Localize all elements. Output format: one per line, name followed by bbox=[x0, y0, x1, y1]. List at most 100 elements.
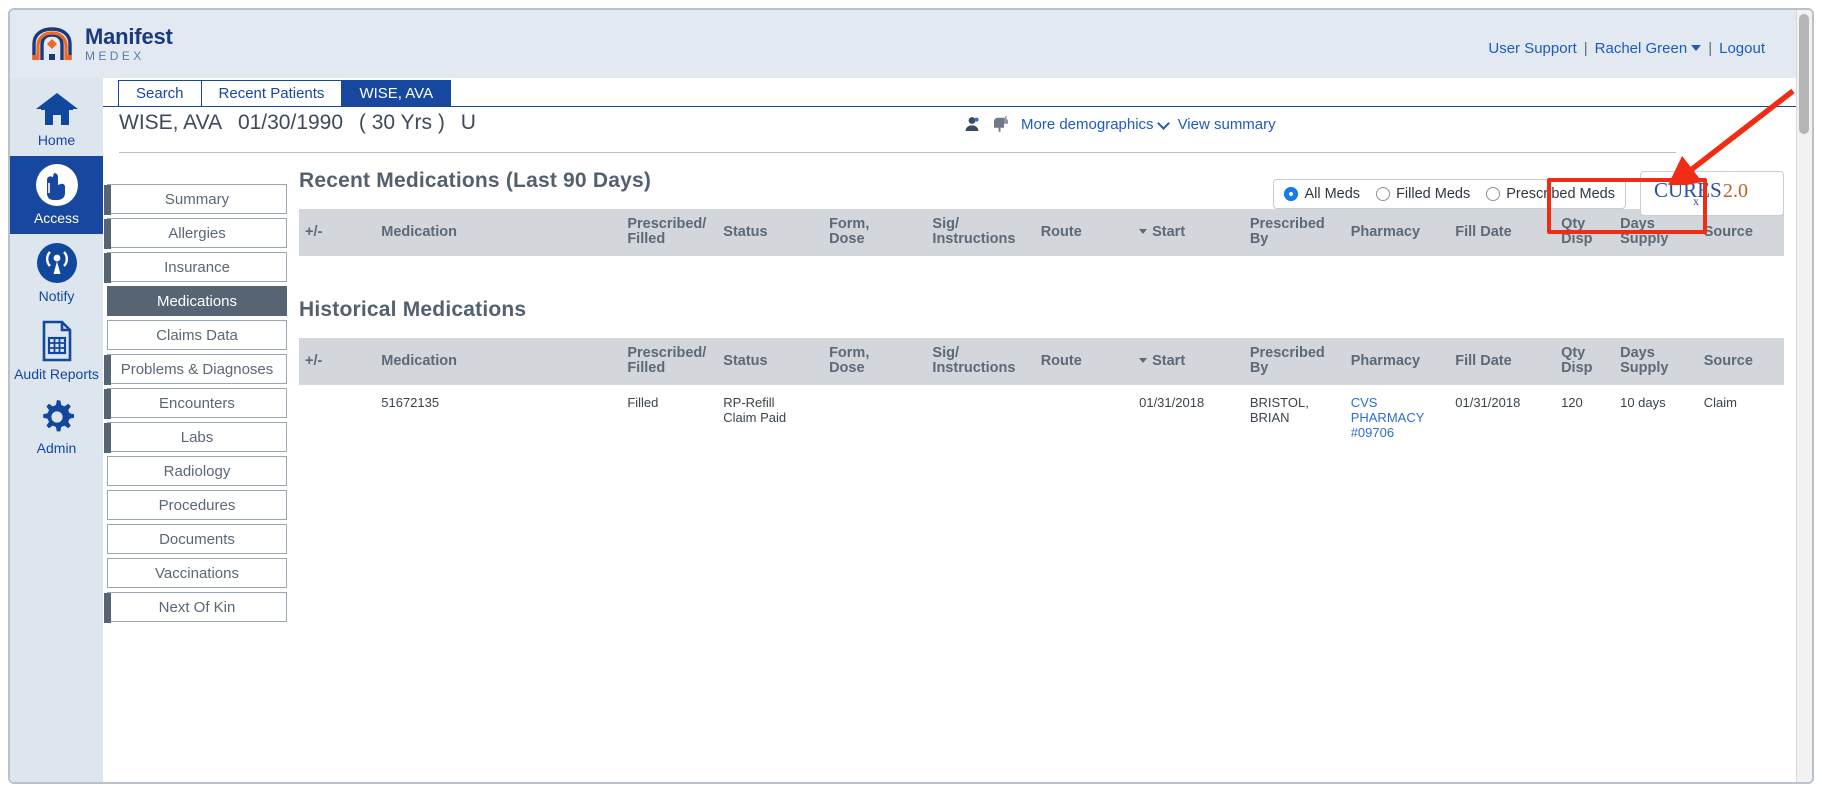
table-header-row: +/- Medication Prescribed/Filled Status … bbox=[299, 338, 1784, 385]
rail-item-notify[interactable]: Notify bbox=[10, 234, 103, 312]
col-route[interactable]: Route bbox=[1034, 209, 1134, 256]
cell-route bbox=[1035, 385, 1133, 450]
radio-all-meds[interactable]: All Meds bbox=[1284, 186, 1360, 202]
cell-medication: 51672135 bbox=[381, 395, 440, 410]
brand-name: Manifest bbox=[85, 24, 173, 49]
subnav-item-encounters[interactable]: Encounters bbox=[104, 388, 287, 419]
app-header: Manifest MEDEX User Support | Rachel Gre… bbox=[10, 10, 1800, 78]
col-status[interactable]: Status bbox=[717, 338, 824, 385]
tab-recent-patients[interactable]: Recent Patients bbox=[200, 80, 343, 106]
col-plusminus[interactable]: +/- bbox=[299, 338, 376, 385]
subnav-item-insurance[interactable]: Insurance bbox=[104, 252, 287, 283]
col-label-line2: Disp bbox=[1561, 231, 1593, 247]
col-pharmacy[interactable]: Pharmacy bbox=[1344, 338, 1450, 385]
historical-medications-table: +/- Medication Prescribed/Filled Status … bbox=[299, 338, 1784, 450]
user-support-link[interactable]: User Support bbox=[1488, 40, 1576, 57]
section-nav: Summary Allergies Insurance Medications … bbox=[104, 184, 287, 626]
col-source[interactable]: Source bbox=[1697, 338, 1784, 385]
col-start[interactable]: Start bbox=[1133, 338, 1244, 385]
subnav-item-procedures[interactable]: Procedures bbox=[107, 490, 287, 520]
col-prescribed-filled[interactable]: Prescribed/Filled bbox=[621, 338, 718, 385]
col-pharmacy[interactable]: Pharmacy bbox=[1344, 209, 1450, 256]
notify-broadcast-icon bbox=[36, 243, 77, 283]
col-label: Fill Date bbox=[1455, 223, 1512, 240]
subnav-item-allergies[interactable]: Allergies bbox=[104, 218, 287, 249]
tab-wise-ava[interactable]: WISE, AVA bbox=[341, 80, 452, 106]
vertical-scrollbar[interactable] bbox=[1796, 10, 1812, 782]
table-header-row: +/- Medication Prescribed/Filled Status … bbox=[299, 209, 1784, 256]
more-demographics-link[interactable]: More demographics bbox=[1021, 115, 1170, 133]
col-days-supply[interactable]: Days Supply bbox=[1614, 338, 1698, 385]
subnav-item-radiology[interactable]: Radiology bbox=[107, 456, 287, 486]
col-sig-instructions[interactable]: Sig/Instructions bbox=[926, 209, 1035, 256]
col-source[interactable]: Source bbox=[1697, 209, 1784, 256]
col-label-line1: Sig/ bbox=[932, 345, 960, 361]
subnav-item-documents[interactable]: Documents bbox=[107, 524, 287, 554]
medications-toolbar: All Meds Filled Meds Prescribed Meds CUR… bbox=[1273, 171, 1784, 216]
col-qty-disp[interactable]: Qty Disp bbox=[1555, 338, 1615, 385]
cures-2.0-button[interactable]: CURES x 2.0 bbox=[1640, 171, 1784, 216]
table-row[interactable]: 51672135 Filled RP-Refill Claim Paid 01/31/2… bbox=[299, 385, 1784, 450]
subnav-item-next-of-kin[interactable]: Next Of Kin bbox=[104, 592, 287, 623]
table-header: +/- Medication Prescribed/Filled Status … bbox=[299, 338, 1784, 385]
col-medication[interactable]: Medication bbox=[375, 209, 622, 256]
col-route[interactable]: Route bbox=[1034, 338, 1134, 385]
col-label-line1: Prescribed/ bbox=[627, 216, 707, 232]
gear-icon bbox=[42, 400, 74, 432]
subnav-item-summary[interactable]: Summary bbox=[104, 184, 287, 215]
col-label-line1: Qty bbox=[1561, 345, 1586, 361]
rail-item-audit-reports[interactable]: Audit Reports bbox=[10, 312, 103, 390]
banner-divider bbox=[119, 152, 1676, 153]
view-summary-link[interactable]: View summary bbox=[1178, 116, 1276, 133]
header-separator-2: | bbox=[1708, 40, 1713, 57]
rail-label-admin: Admin bbox=[36, 440, 77, 456]
table-header: +/- Medication Prescribed/Filled Status … bbox=[299, 209, 1784, 256]
col-fill-date[interactable]: Fill Date bbox=[1449, 209, 1556, 256]
radio-prescribed-meds[interactable]: Prescribed Meds bbox=[1486, 186, 1615, 202]
col-status[interactable]: Status bbox=[717, 209, 824, 256]
col-days-supply[interactable]: Days Supply bbox=[1614, 209, 1698, 256]
access-hand-icon bbox=[35, 164, 78, 206]
radio-unselected-icon bbox=[1376, 186, 1391, 201]
patient-tabs: Search Recent Patients WISE, AVA bbox=[118, 80, 452, 106]
tab-search[interactable]: Search bbox=[118, 80, 202, 106]
brand-logo[interactable]: Manifest MEDEX bbox=[30, 24, 173, 64]
scrollbar-thumb[interactable] bbox=[1799, 14, 1809, 134]
col-qty-disp[interactable]: Qty Disp bbox=[1555, 209, 1615, 256]
col-medication[interactable]: Medication bbox=[375, 338, 622, 385]
subnav-label: Encounters bbox=[159, 394, 235, 412]
subnav-item-claims-data[interactable]: Claims Data bbox=[107, 320, 287, 350]
col-label-line1: Form, bbox=[829, 216, 870, 232]
manifest-medex-logo-icon bbox=[32, 27, 72, 60]
subnav-label: Insurance bbox=[164, 258, 230, 276]
col-form-dose[interactable]: Form, Dose bbox=[823, 209, 927, 256]
rail-item-admin[interactable]: Admin bbox=[10, 390, 103, 464]
subnav-item-problems-diagnoses[interactable]: Problems & Diagnoses bbox=[104, 354, 287, 385]
col-label: +/- bbox=[305, 352, 323, 369]
subnav-item-medications[interactable]: Medications bbox=[107, 286, 287, 316]
patient-name-text: WISE, AVA bbox=[119, 111, 223, 134]
radio-filled-meds[interactable]: Filled Meds bbox=[1376, 186, 1470, 202]
primary-nav-rail: Home Access Notify Audit Reports Admin bbox=[10, 78, 103, 782]
col-prescribed-by[interactable]: Prescribed By bbox=[1243, 209, 1345, 256]
rail-item-access[interactable]: Access bbox=[10, 156, 103, 234]
subnav-item-vaccinations[interactable]: Vaccinations bbox=[107, 558, 287, 588]
more-demographics-label: More demographics bbox=[1021, 115, 1154, 133]
col-label: Pharmacy bbox=[1350, 352, 1421, 369]
user-name-menu[interactable]: Rachel Green bbox=[1595, 40, 1702, 57]
cell-pharmacy[interactable]: CVS PHARMACY #09706 bbox=[1345, 385, 1450, 450]
col-sig-instructions[interactable]: Sig/Instructions bbox=[926, 338, 1035, 385]
col-prescribed-filled[interactable]: Prescribed/Filled bbox=[621, 209, 718, 256]
col-start[interactable]: Start bbox=[1133, 209, 1244, 256]
rail-item-home[interactable]: Home bbox=[10, 82, 103, 156]
subnav-item-labs[interactable]: Labs bbox=[104, 422, 287, 453]
logout-link[interactable]: Logout bbox=[1719, 40, 1765, 57]
col-fill-date[interactable]: Fill Date bbox=[1449, 338, 1556, 385]
col-prescribed-by[interactable]: Prescribed By bbox=[1243, 338, 1345, 385]
col-label: Start bbox=[1152, 223, 1186, 240]
accent-bar bbox=[104, 219, 111, 249]
svg-text:x: x bbox=[1693, 194, 1699, 208]
col-plusminus[interactable]: +/- bbox=[299, 209, 376, 256]
col-form-dose[interactable]: Form, Dose bbox=[823, 338, 927, 385]
cell-status: RP-Refill Claim Paid bbox=[723, 395, 787, 425]
